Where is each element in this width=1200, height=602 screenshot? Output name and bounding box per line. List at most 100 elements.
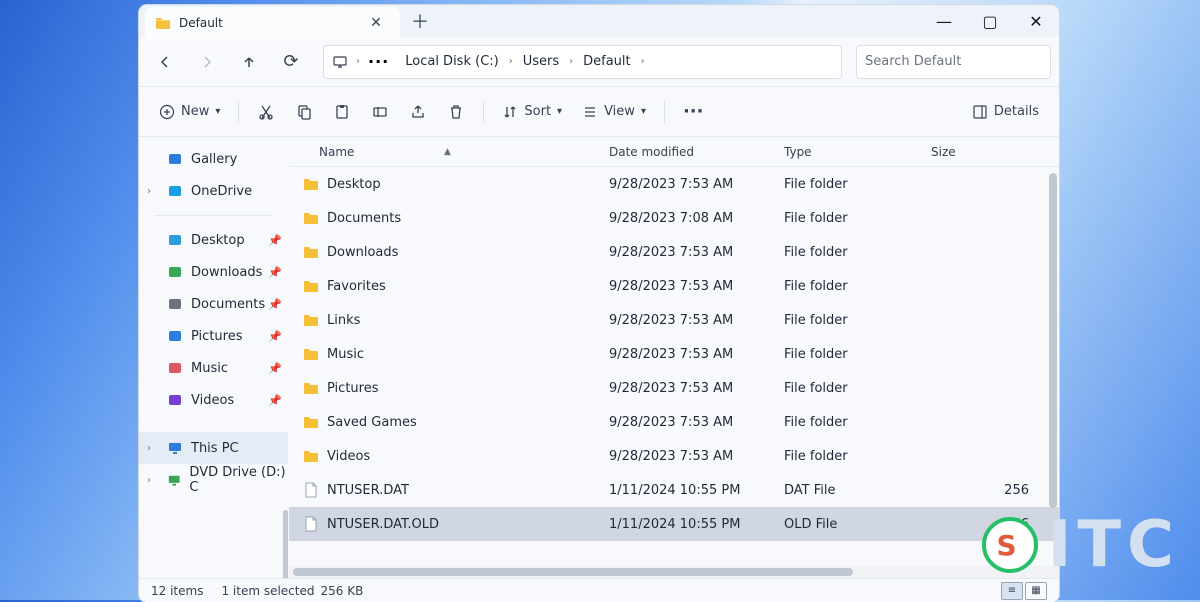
chevron-right-icon[interactable]: ›	[635, 56, 651, 67]
sidebar-item-label: Desktop	[191, 233, 245, 248]
chevron-right-icon[interactable]: ›	[563, 56, 579, 67]
sidebar-item-label: This PC	[191, 441, 239, 456]
sidebar-item-videos[interactable]: Videos 📌	[139, 384, 288, 416]
file-name: Pictures	[327, 381, 378, 396]
table-row[interactable]: NTUSER.DAT1/11/2024 10:55 PMDAT File256	[289, 473, 1059, 507]
toolbar: New ▾ Sort ▾ View ▾ ··· Details	[139, 87, 1059, 137]
column-name[interactable]: Name▲	[289, 145, 609, 159]
new-button[interactable]: New ▾	[151, 94, 228, 130]
sidebar-item-label: Videos	[191, 393, 234, 408]
sidebar-item-label: Pictures	[191, 329, 242, 344]
details-view-toggle[interactable]: ≡	[1001, 582, 1023, 600]
thumbnails-view-toggle[interactable]: ▦	[1025, 582, 1047, 600]
date-modified: 9/28/2023 7:53 AM	[609, 279, 784, 294]
file-name: Links	[327, 313, 360, 328]
share-button[interactable]	[401, 94, 435, 130]
separator	[664, 101, 665, 123]
crumb-users[interactable]: Users	[521, 54, 561, 69]
table-row[interactable]: Links9/28/2023 7:53 AMFile folder	[289, 303, 1059, 337]
separator	[238, 101, 239, 123]
forward-button[interactable]	[189, 44, 225, 80]
titlebar: Default ✕ ＋ — ▢ ✕	[139, 5, 1059, 37]
back-button[interactable]	[147, 44, 183, 80]
cut-button[interactable]	[249, 94, 283, 130]
close-window-button[interactable]: ✕	[1013, 5, 1059, 37]
window-controls: — ▢ ✕	[921, 5, 1059, 37]
pc-icon	[332, 54, 348, 70]
sidebar-item-downloads[interactable]: Downloads📌	[139, 256, 288, 288]
chevron-right-icon[interactable]: ›	[147, 443, 151, 454]
search-input[interactable]: Search Default	[856, 45, 1051, 79]
file-name: Desktop	[327, 177, 381, 192]
crumb-local-disk[interactable]: Local Disk (C:)	[403, 54, 500, 69]
chevron-right-icon[interactable]: ›	[147, 186, 151, 197]
file-type: File folder	[784, 347, 929, 362]
sidebar-item-label: OneDrive	[191, 184, 252, 199]
table-row[interactable]: Desktop9/28/2023 7:53 AMFile folder	[289, 167, 1059, 201]
sidebar-item-gallery[interactable]: Gallery	[139, 143, 288, 175]
file-type: OLD File	[784, 517, 929, 532]
sidebar-item-label: Music	[191, 361, 228, 376]
tab-default[interactable]: Default ✕	[145, 7, 400, 39]
up-button[interactable]	[231, 44, 267, 80]
maximize-button[interactable]: ▢	[967, 5, 1013, 37]
pin-icon: 📌	[268, 394, 282, 407]
table-row[interactable]: Music9/28/2023 7:53 AMFile folder	[289, 337, 1059, 371]
pin-icon: 📌	[268, 266, 282, 279]
sidebar-item-pictures[interactable]: Pictures 📌	[139, 320, 288, 352]
table-row[interactable]: NTUSER.DAT.OLD1/11/2024 10:55 PMOLD File…	[289, 507, 1059, 541]
column-size[interactable]: Size	[929, 145, 1059, 159]
new-tab-button[interactable]: ＋	[400, 5, 440, 37]
column-date[interactable]: Date modified	[609, 145, 784, 159]
view-button[interactable]: View ▾	[574, 94, 654, 130]
date-modified: 9/28/2023 7:53 AM	[609, 381, 784, 396]
refresh-button[interactable]: ⟳	[273, 44, 309, 80]
date-modified: 9/28/2023 7:53 AM	[609, 347, 784, 362]
horizontal-scrollbar[interactable]	[289, 566, 1059, 578]
table-row[interactable]: Downloads9/28/2023 7:53 AMFile folder	[289, 235, 1059, 269]
table-row[interactable]: Favorites9/28/2023 7:53 AMFile folder	[289, 269, 1059, 303]
crumb-default[interactable]: Default	[581, 54, 633, 69]
minimize-button[interactable]: —	[921, 5, 967, 37]
delete-button[interactable]	[439, 94, 473, 130]
file-type: File folder	[784, 449, 929, 464]
rename-button[interactable]	[363, 94, 397, 130]
sidebar-item-label: Gallery	[191, 152, 237, 167]
sidebar-item-dvd-drive-d-c[interactable]: ›DVD Drive (D:) C	[139, 464, 288, 496]
vertical-scrollbar[interactable]	[1047, 173, 1059, 518]
date-modified: 1/11/2024 10:55 PM	[609, 517, 784, 532]
sort-button[interactable]: Sort ▾	[494, 94, 570, 130]
ellipsis-icon[interactable]: ···	[368, 52, 389, 71]
table-row[interactable]: Saved Games9/28/2023 7:53 AMFile folder	[289, 405, 1059, 439]
watermark-text: ITC	[1048, 508, 1180, 582]
sidebar-item-onedrive[interactable]: › OneDrive	[139, 175, 288, 207]
sidebar-scrollbar[interactable]	[283, 510, 288, 578]
chevron-right-icon[interactable]: ›	[350, 56, 366, 67]
folder-icon	[303, 278, 319, 294]
separator	[483, 101, 484, 123]
folder-icon	[303, 414, 319, 430]
breadcrumb[interactable]: › ··· Local Disk (C:) › Users › Default …	[323, 45, 842, 79]
table-row[interactable]: Pictures9/28/2023 7:53 AMFile folder	[289, 371, 1059, 405]
file-name: Documents	[327, 211, 401, 226]
sidebar-item-this-pc[interactable]: › This PC	[139, 432, 288, 464]
sidebar-item-desktop[interactable]: Desktop📌	[139, 224, 288, 256]
sidebar-item-documents[interactable]: Documents📌	[139, 288, 288, 320]
chevron-right-icon[interactable]: ›	[147, 475, 151, 486]
column-type[interactable]: Type	[784, 145, 929, 159]
table-row[interactable]: Documents9/28/2023 7:08 AMFile folder	[289, 201, 1059, 235]
chevron-right-icon[interactable]: ›	[503, 56, 519, 67]
details-button[interactable]: Details	[964, 94, 1047, 130]
pin-icon: 📌	[268, 362, 282, 375]
close-tab-icon[interactable]: ✕	[362, 9, 390, 37]
date-modified: 9/28/2023 7:53 AM	[609, 177, 784, 192]
copy-button[interactable]	[287, 94, 321, 130]
more-button[interactable]: ···	[675, 94, 712, 130]
documents-icon	[167, 296, 183, 312]
table-row[interactable]: Videos9/28/2023 7:53 AMFile folder	[289, 439, 1059, 473]
sidebar-item-music[interactable]: Music 📌	[139, 352, 288, 384]
chevron-down-icon: ▾	[215, 106, 220, 117]
pin-icon: 📌	[268, 330, 282, 343]
folder-icon	[155, 15, 171, 31]
paste-button[interactable]	[325, 94, 359, 130]
